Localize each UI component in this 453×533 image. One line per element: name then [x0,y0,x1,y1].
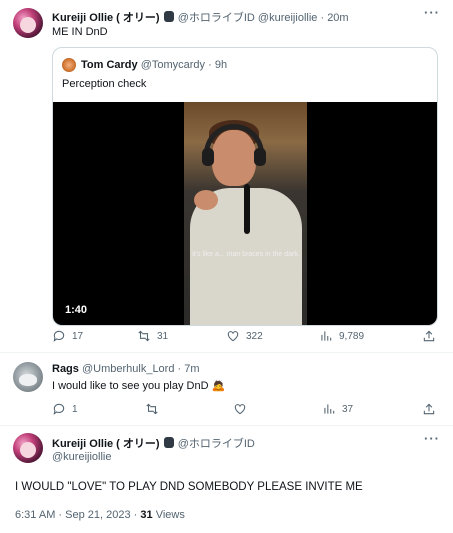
views-count: 37 [342,403,354,415]
analytics-icon [321,331,332,341]
separator: · [208,59,212,71]
video-duration: 1:40 [65,304,88,316]
separator: · [320,12,325,24]
quoted-text: Perception check [62,78,147,90]
tweet-text: I WOULD "LOVE" TO PLAY DND SOMEBODY PLEA… [15,481,363,493]
affiliate-handle[interactable]: @ホロライブID [178,438,255,450]
timestamp[interactable]: 20m [327,12,348,24]
reply-count: 17 [72,330,84,342]
more-icon[interactable]: ··· [424,431,440,446]
display-name[interactable]: Kureiji Ollie ( オリー) [52,438,160,450]
avatar[interactable] [13,362,43,392]
reply-icon [53,403,65,415]
reply-button[interactable]: 1 [52,402,78,416]
retweet-icon [146,403,158,415]
like-button[interactable]: 322 [226,329,263,343]
quoted-handle: @Tomycardy [140,59,206,71]
divider [0,425,453,426]
tweet-actions: 17 31 322 9,789 [52,329,438,345]
handle[interactable]: @kureijiollie [52,451,111,463]
views-button[interactable]: 9,789 [319,329,364,343]
handle[interactable]: @ホロライブID @kureijiollie [178,12,318,24]
like-count: 322 [246,330,263,342]
quoted-timestamp: 9h [214,59,228,71]
analytics-icon [324,404,335,414]
retweet-count: 31 [157,330,169,342]
views-button[interactable]: 37 [322,402,353,416]
quoted-tweet[interactable]: Tom Cardy @Tomycardy · 9h Perception che… [52,47,438,326]
tweet-text: ME IN DnD [52,26,108,38]
tweet-header: Rags @Umberhulk_Lord · 7m [52,363,200,375]
share-button[interactable] [422,329,436,343]
tweet-header: Kureiji Ollie ( オリー) @ホロライブID @kureijiol… [52,9,349,25]
reply-button[interactable]: 17 [52,329,83,343]
affiliate-badge-icon [163,437,174,448]
quoted-header: Tom Cardy @Tomycardy · 9h [81,59,227,71]
display-name[interactable]: Rags [52,363,79,375]
display-name[interactable]: Kureiji Ollie ( オリー) [52,12,160,24]
reply-icon [53,330,65,342]
retweet-icon [138,330,150,342]
tweet-metadata: 6:31 AM · Sep 21, 2023 · 31 Views [15,509,185,521]
tweet-actions: 1 37 [52,402,438,418]
heart-icon [227,331,239,342]
share-icon [423,330,435,342]
more-icon[interactable]: ··· [424,5,440,20]
separator: · [177,363,182,375]
video-caption: it's like a... man braces in the dark. [192,251,300,258]
affiliate-badge-icon [163,11,174,22]
video-thumbnail: it's like a... man braces in the dark. [184,102,307,325]
heart-icon [234,404,246,415]
handle[interactable]: @Umberhulk_Lord [82,363,175,375]
views-count: 9,789 [339,330,365,342]
views-label: Views [155,509,185,521]
like-button[interactable] [233,402,247,416]
views-count: 31 [140,509,153,521]
divider [0,352,453,353]
tweet-date[interactable]: 6:31 AM · Sep 21, 2023 · [15,509,137,521]
share-icon [423,403,435,415]
retweet-button[interactable] [145,402,159,416]
reply-count: 1 [72,403,78,415]
quoted-avatar [62,58,76,72]
avatar[interactable] [13,433,43,463]
timestamp[interactable]: 7m [184,363,199,375]
share-button[interactable] [422,402,436,416]
tweet-header: Kureiji Ollie ( オリー) @ホロライブID [52,435,255,451]
retweet-button[interactable]: 31 [137,329,168,343]
quoted-display-name: Tom Cardy [81,59,138,71]
tweet-text: I would like to see you play DnD 🙇 [52,380,226,392]
video-player[interactable]: it's like a... man braces in the dark. 1… [53,102,437,325]
avatar[interactable] [13,8,43,38]
